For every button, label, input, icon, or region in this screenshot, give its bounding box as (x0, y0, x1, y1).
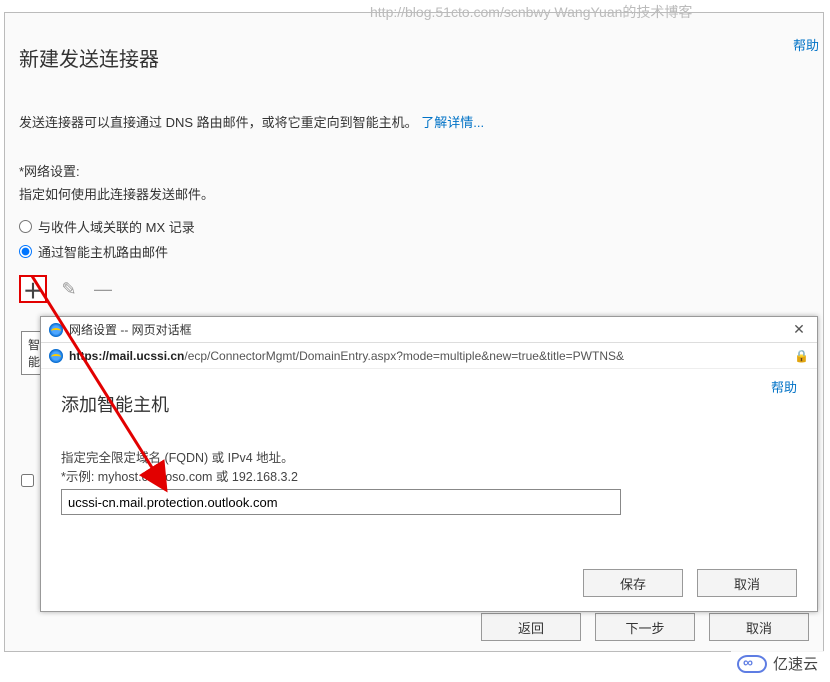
smarthost-toolbar: ＋ ✎ — (19, 275, 809, 303)
radio-mx-label: 与收件人域关联的 MX 记录 (38, 217, 195, 236)
radio-smarthost-label: 通过智能主机路由邮件 (38, 242, 168, 261)
dialog-buttons: 保存 取消 (583, 569, 797, 597)
ie-icon (49, 323, 63, 337)
intro-text: 发送连接器可以直接通过 DNS 路由邮件，或将它重定向到智能主机。 了解详情..… (19, 112, 809, 131)
plus-icon: ＋ (23, 275, 43, 304)
checkbox-input[interactable] (21, 474, 34, 487)
dialog-body: 帮助 添加智能主机 指定完全限定域名 (FQDN) 或 IPv4 地址。 *示例… (41, 369, 817, 611)
radio-smarthost-input[interactable] (19, 245, 32, 258)
radio-smarthost[interactable]: 通过智能主机路由邮件 (19, 242, 809, 261)
fqdn-field-label: 指定完全限定域名 (FQDN) 或 IPv4 地址。 (61, 447, 797, 466)
dialog-titlebar: 网络设置 -- 网页对话框 ✕ (41, 317, 817, 343)
minus-icon: — (94, 279, 112, 300)
yisu-logo-text: 亿速云 (773, 653, 818, 674)
learn-more-link[interactable]: 了解详情... (421, 115, 484, 130)
save-button[interactable]: 保存 (583, 569, 683, 597)
smarthost-input[interactable] (61, 489, 621, 515)
edit-button[interactable]: ✎ (57, 277, 81, 301)
dialog-window-title: 网络设置 -- 网页对话框 (69, 321, 783, 338)
radio-mx-input[interactable] (19, 220, 32, 233)
pencil-icon: ✎ (61, 279, 76, 300)
add-smarthost-dialog: 网络设置 -- 网页对话框 ✕ https://mail.ucssi.cn/ec… (40, 316, 818, 612)
dialog-close-button[interactable]: ✕ (789, 321, 809, 338)
dialog-cancel-button[interactable]: 取消 (697, 569, 797, 597)
dialog-help-link[interactable]: 帮助 (771, 377, 797, 396)
ie-icon-small (49, 349, 63, 363)
back-button[interactable]: 返回 (481, 613, 581, 641)
lock-icon: 🔒 (794, 349, 809, 363)
yisu-logo: 亿速云 (731, 651, 824, 676)
add-button[interactable]: ＋ (19, 275, 47, 303)
dialog-url-host: https://mail.ucssi.cn (69, 349, 184, 363)
cloud-icon (737, 655, 767, 673)
dialog-url: https://mail.ucssi.cn/ecp/ConnectorMgmt/… (69, 349, 788, 363)
help-link[interactable]: 帮助 (793, 35, 819, 54)
dialog-url-rest: /ecp/ConnectorMgmt/DomainEntry.aspx?mode… (184, 349, 624, 363)
dialog-heading: 添加智能主机 (61, 391, 797, 417)
network-settings-desc: 指定如何使用此连接器发送邮件。 (19, 184, 809, 203)
next-button[interactable]: 下一步 (595, 613, 695, 641)
network-settings-label: *网络设置: (19, 161, 809, 180)
dialog-urlbar: https://mail.ucssi.cn/ecp/ConnectorMgmt/… (41, 343, 817, 369)
page-title: 新建发送连接器 (19, 43, 809, 72)
remove-button[interactable]: — (91, 277, 115, 301)
cancel-button[interactable]: 取消 (709, 613, 809, 641)
fqdn-example-label: *示例: myhost.contoso.com 或 192.168.3.2 (61, 466, 797, 485)
intro-prefix: 发送连接器可以直接通过 DNS 路由邮件，或将它重定向到智能主机。 (19, 115, 418, 130)
close-icon: ✕ (793, 321, 805, 337)
wizard-buttons: 返回 下一步 取消 (481, 613, 809, 641)
radio-mx-record[interactable]: 与收件人域关联的 MX 记录 (19, 217, 809, 236)
